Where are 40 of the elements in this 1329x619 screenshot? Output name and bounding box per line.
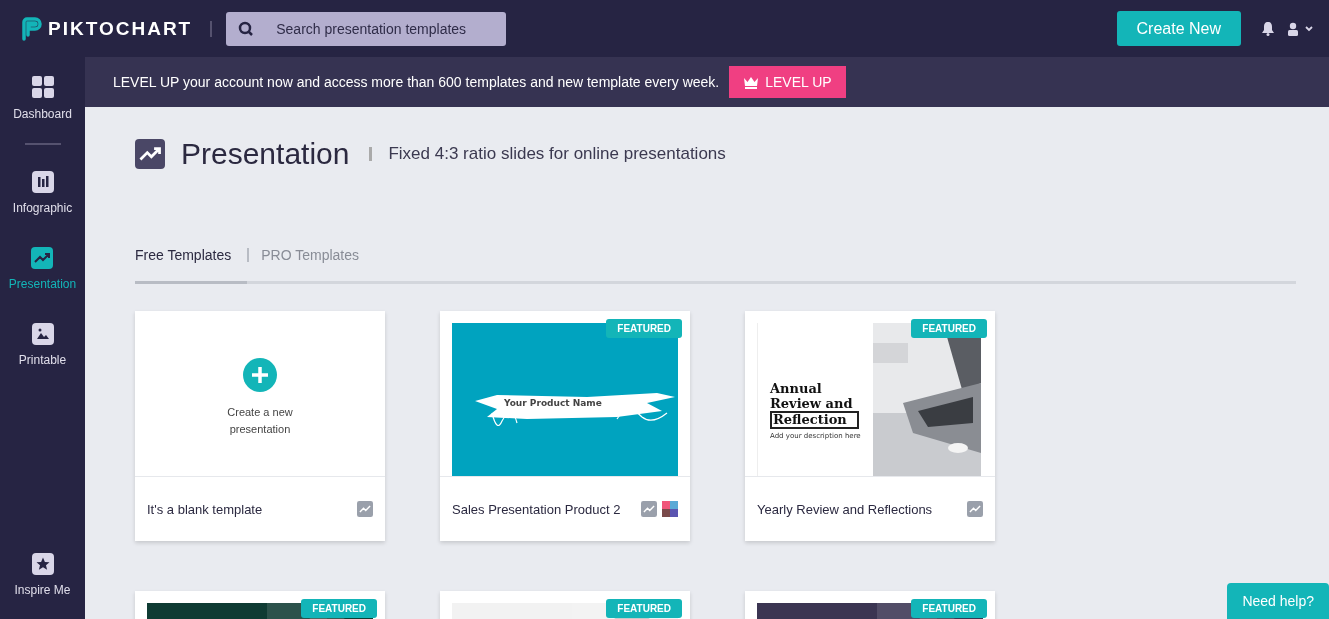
user-menu-icon[interactable] — [1287, 21, 1315, 36]
create-presentation-label: Create a new presentation — [226, 404, 294, 437]
trend-chart-icon — [135, 139, 165, 169]
featured-badge: FEATURED — [911, 599, 987, 618]
template-card[interactable]: Create a new presentation It's a blank template — [135, 311, 385, 541]
banner-text: LEVEL UP your account now and access more than 600 templates and new template every week. — [113, 74, 720, 90]
slide-heading: Your Product Name — [504, 398, 602, 408]
template-title: Yearly Review and Reflections — [757, 501, 934, 517]
template-card[interactable]: Your Product Name FEATURED Sales Presentation Product 2 — [440, 311, 690, 541]
search-icon — [238, 20, 255, 37]
level-up-button[interactable]: LEVEL UP — [729, 66, 846, 98]
bar-chart-icon — [31, 171, 54, 193]
template-title: It's a blank template — [147, 501, 264, 517]
featured-badge: FEATURED — [911, 319, 987, 338]
search-field[interactable]: Search presentation templates — [226, 11, 507, 46]
trend-chart-icon — [641, 501, 657, 517]
page-subtitle: Fixed 4:3 ratio slides for online presentations — [388, 144, 726, 164]
tab[interactable]: Free Templates — [135, 247, 248, 284]
sidebar-item[interactable]: Infographic — [10, 169, 75, 217]
sidebar-item[interactable]: Printable — [16, 321, 69, 369]
crown-icon — [743, 75, 760, 89]
featured-badge: FEATURED — [301, 599, 377, 618]
sidebar-item[interactable]: Presentation — [6, 245, 79, 293]
sidebar-item[interactable]: Dashboard — [11, 73, 74, 123]
trend-chart-icon — [31, 247, 54, 269]
slide-heading: Reflection — [770, 411, 859, 429]
logo-icon — [20, 16, 42, 41]
slide-heading: Annual Review and — [770, 381, 854, 411]
trend-chart-icon — [357, 501, 373, 517]
logo-text: PIKTOCHART — [48, 17, 193, 40]
page-title: Presentation — [181, 137, 350, 171]
color-palette-icon — [662, 501, 678, 517]
sidebar-item[interactable]: Inspire Me — [12, 551, 73, 599]
template-title: Sales Presentation Product 2 — [452, 501, 622, 517]
image-icon — [31, 323, 54, 345]
featured-badge: FEATURED — [606, 319, 682, 338]
trend-chart-icon — [967, 501, 983, 517]
grid-icon — [30, 75, 55, 99]
featured-badge: FEATURED — [606, 599, 682, 618]
notification-bell-icon[interactable] — [1261, 21, 1275, 36]
